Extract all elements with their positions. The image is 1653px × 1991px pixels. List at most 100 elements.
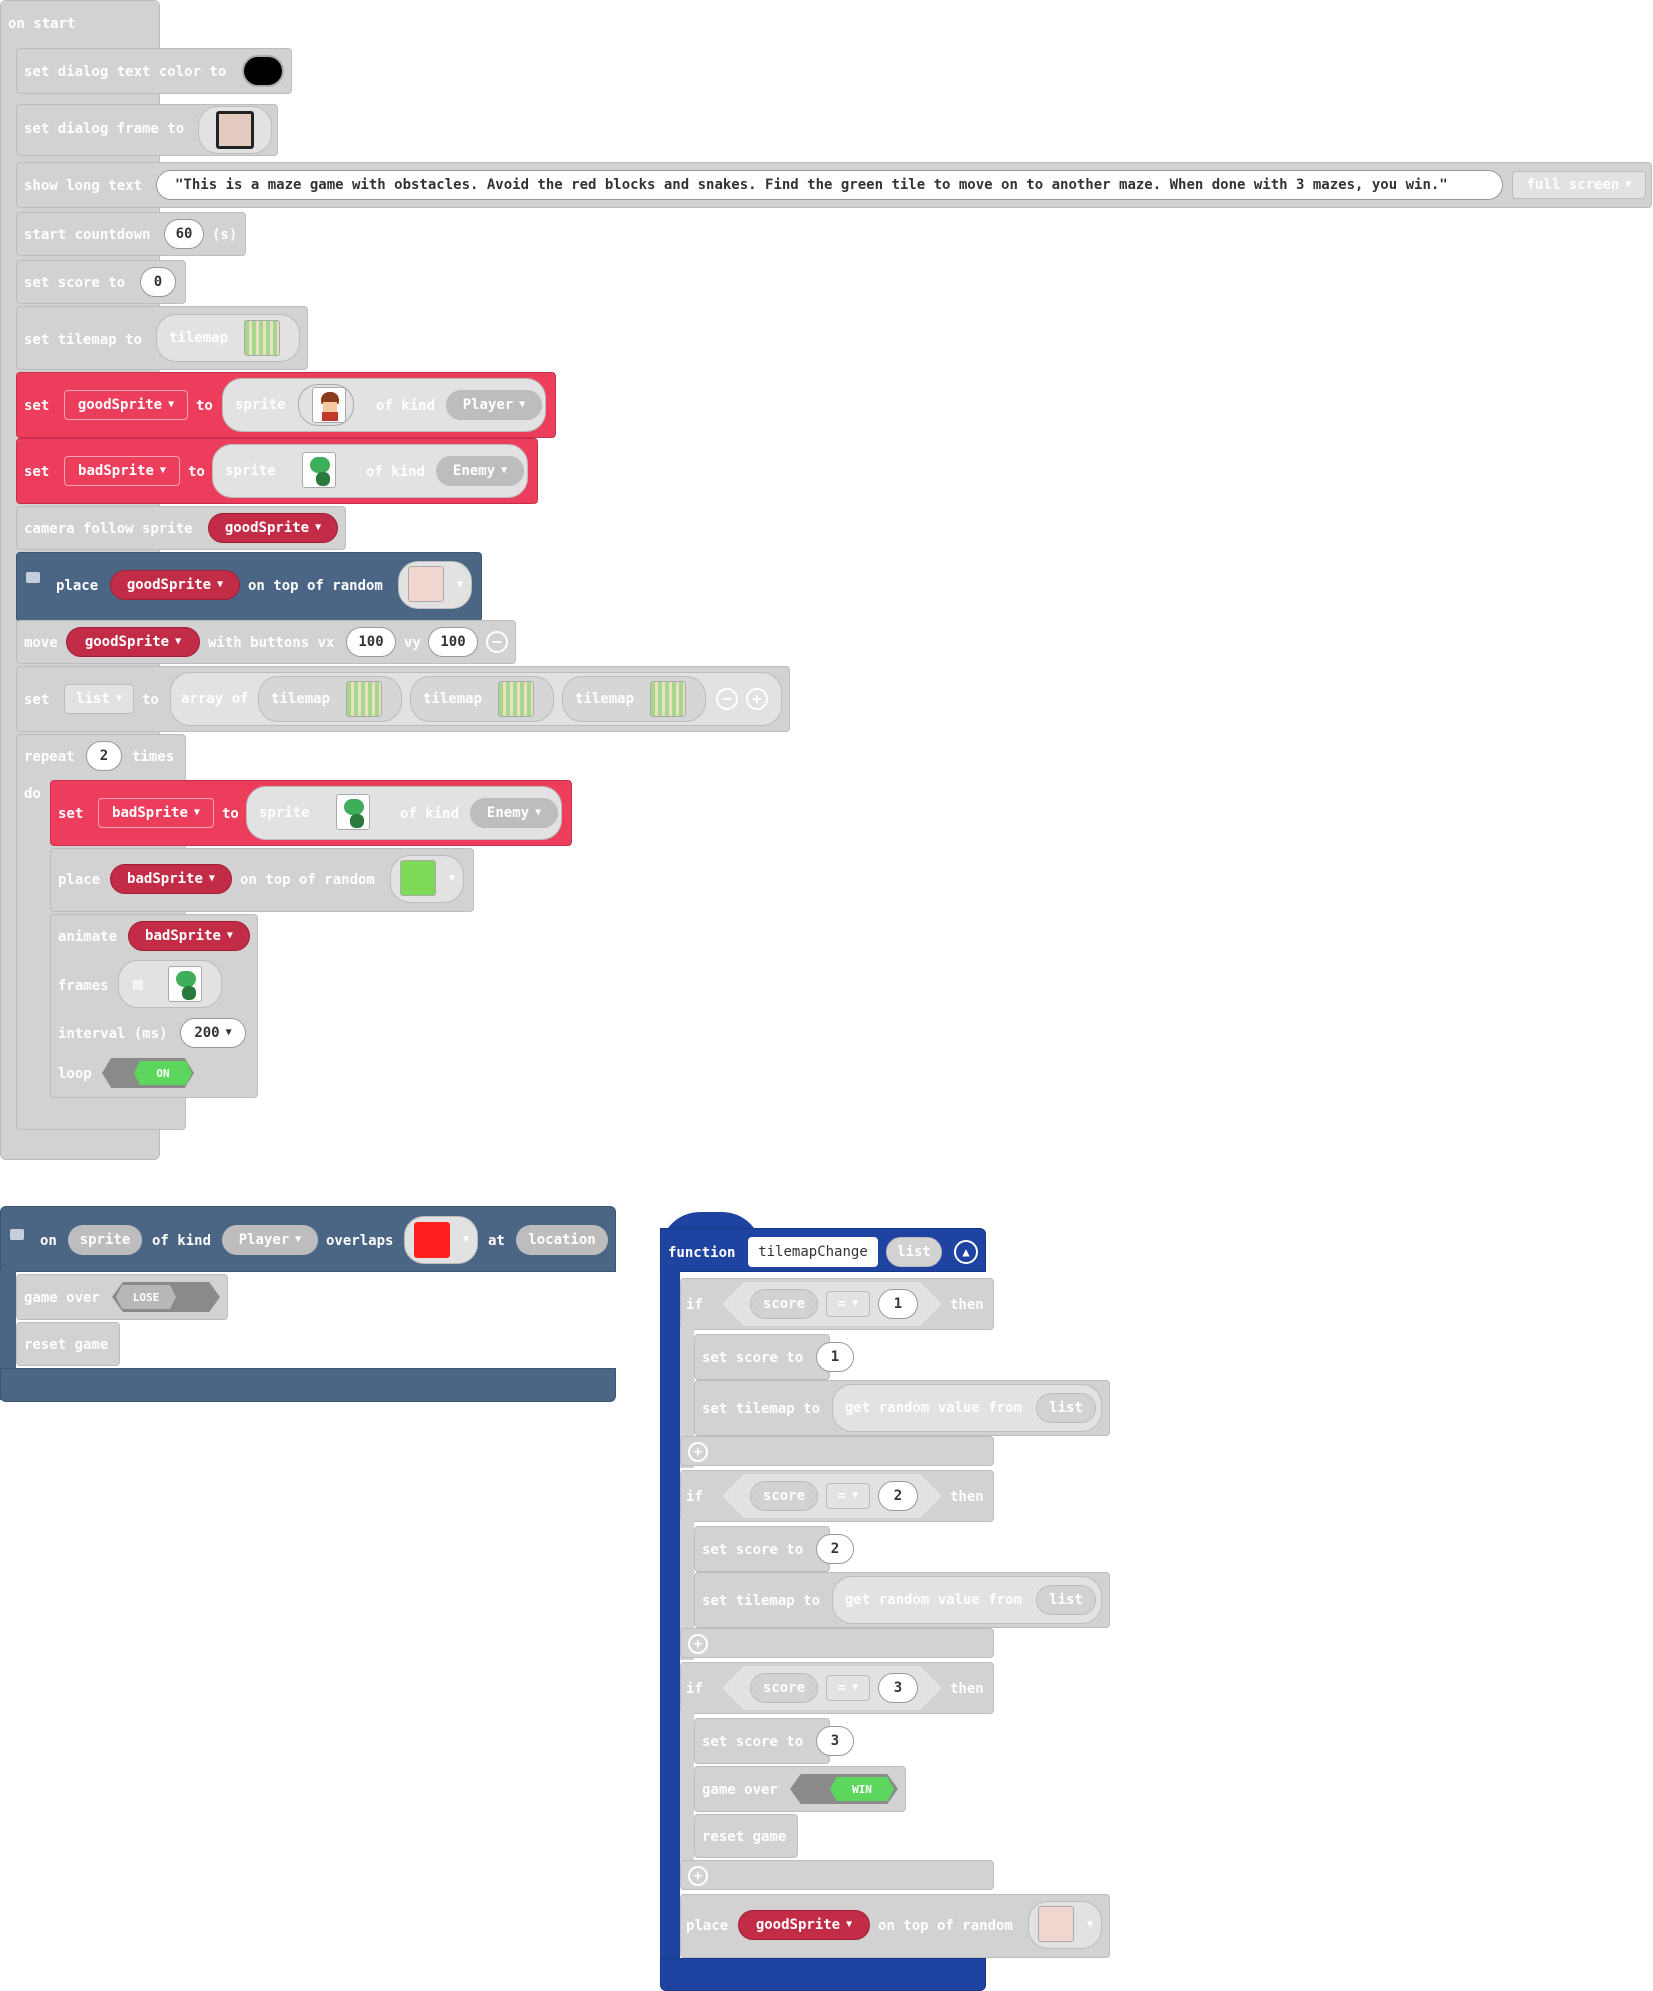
overlap-kind-label: Player xyxy=(238,1232,290,1248)
remove-param-icon[interactable]: − xyxy=(486,631,508,653)
place-good-var-dropdown[interactable]: goodSprite ▼ xyxy=(110,570,240,600)
function-footer xyxy=(660,1958,986,1991)
if-3-body-side xyxy=(680,1712,694,1862)
array-item-2-label: tilemap xyxy=(423,691,483,707)
if-2-score-var[interactable]: score xyxy=(750,1481,818,1511)
remove-item-icon[interactable]: − xyxy=(716,688,738,710)
if-3-then-label: then xyxy=(950,1681,984,1697)
if-1-set-tilemap-label: set tilemap to xyxy=(702,1401,821,1417)
overlap-kind-dropdown[interactable]: Player ▼ xyxy=(222,1225,318,1255)
comment-icon[interactable] xyxy=(26,572,40,583)
black-color-swatch[interactable] xyxy=(242,55,284,87)
inner-place-label: place xyxy=(58,872,101,888)
bad-sprite-var-label: badSprite xyxy=(78,463,154,479)
good-sprite-word: sprite xyxy=(235,397,286,413)
score-input[interactable]: 0 xyxy=(140,267,176,297)
if-2-list-label: list xyxy=(1049,1592,1083,1608)
if-1-value[interactable]: 1 xyxy=(878,1289,918,1319)
long-text-value: "This is a maze game with obstacles. Avo… xyxy=(175,177,1448,193)
function-name-input[interactable]: tilemapChange xyxy=(748,1237,878,1267)
if-1-score-var[interactable]: score xyxy=(750,1289,818,1319)
full-screen-dropdown[interactable]: full screen ▼ xyxy=(1512,171,1646,199)
func-place-var-dropdown[interactable]: goodSprite ▼ xyxy=(738,1910,870,1940)
if-1-add-icon[interactable]: + xyxy=(688,1442,708,1462)
move-label: move xyxy=(24,635,58,651)
inner-kind-dropdown[interactable]: Enemy ▼ xyxy=(470,798,558,828)
chevron-down-icon: ▼ xyxy=(193,807,200,818)
if-2-score-input[interactable]: 2 xyxy=(816,1534,854,1564)
if-1-op: = xyxy=(837,1296,847,1312)
bad-sprite-var-dropdown[interactable]: badSprite ▼ xyxy=(64,456,180,486)
if-3-score-label: score xyxy=(762,1680,806,1696)
chevron-down-icon: ▼ xyxy=(175,636,182,647)
chevron-down-icon: ▼ xyxy=(208,873,215,884)
overlap-sprite-label: sprite xyxy=(79,1232,131,1248)
kind-player-label: Player xyxy=(462,397,514,413)
animate-sprite-dropdown[interactable]: badSprite ▼ xyxy=(128,921,250,951)
if-1-score-input[interactable]: 1 xyxy=(816,1342,854,1372)
chevron-down-icon: ▼ xyxy=(159,465,166,476)
if-1-get-label: get random value from xyxy=(845,1400,1023,1416)
if-2-op-dropdown[interactable]: = ▼ xyxy=(826,1483,870,1509)
overlap-footer xyxy=(0,1368,616,1402)
func-floor-tile-image xyxy=(1038,1906,1074,1942)
comment-icon[interactable] xyxy=(10,1229,24,1240)
overlap-of-kind-label: of kind xyxy=(152,1233,212,1249)
camera-sprite-label: goodSprite xyxy=(224,520,310,536)
move-sprite-dropdown[interactable]: goodSprite ▼ xyxy=(66,627,200,657)
if-1-op-dropdown[interactable]: = ▼ xyxy=(826,1291,870,1317)
maze-1-image xyxy=(346,681,382,717)
kind-enemy-dropdown[interactable]: Enemy ▼ xyxy=(436,456,524,486)
chevron-down-icon: ▼ xyxy=(226,930,233,941)
chevron-down-icon: ▼ xyxy=(217,579,224,590)
if-3-label: if xyxy=(686,1681,703,1697)
maze-2-image xyxy=(498,681,534,717)
list-var-dropdown[interactable]: list ▼ xyxy=(64,684,134,714)
countdown-input[interactable]: 60 xyxy=(164,219,204,249)
repeat-count-input[interactable]: 2 xyxy=(86,741,122,771)
vy-input[interactable]: 100 xyxy=(428,627,478,657)
set-score-label: set score to xyxy=(24,275,126,291)
overlap-sprite-param[interactable]: sprite xyxy=(68,1225,142,1255)
if-3-add-icon[interactable]: + xyxy=(688,1866,708,1886)
game-over-label: game over xyxy=(24,1290,100,1306)
if-3-op-dropdown[interactable]: = ▼ xyxy=(826,1675,870,1701)
inner-place-var-dropdown[interactable]: badSprite ▼ xyxy=(110,864,232,894)
if-2-add-icon[interactable]: + xyxy=(688,1634,708,1654)
if-2-value[interactable]: 2 xyxy=(878,1481,918,1511)
bad-sprite-word: sprite xyxy=(225,463,276,479)
if-1-set-score-label: set score to xyxy=(702,1350,804,1366)
function-param[interactable]: list xyxy=(886,1237,942,1267)
vx-input[interactable]: 100 xyxy=(346,627,396,657)
array-of-label: array of xyxy=(181,691,249,707)
if-2-list-param[interactable]: list xyxy=(1036,1585,1096,1615)
if-1-footer xyxy=(680,1436,994,1466)
kind-player-dropdown[interactable]: Player ▼ xyxy=(446,390,542,420)
if-2-score-label: score xyxy=(762,1488,806,1504)
if-1-list-param[interactable]: list xyxy=(1036,1393,1096,1423)
set-good-to-label: to xyxy=(196,398,213,414)
good-sprite-var-dropdown[interactable]: goodSprite ▼ xyxy=(64,390,188,420)
overlap-at-label: at xyxy=(488,1233,505,1249)
if-3-score-input[interactable]: 3 xyxy=(816,1726,854,1756)
long-text-input[interactable]: "This is a maze game with obstacles. Avo… xyxy=(156,170,1503,200)
if-3-value[interactable]: 3 xyxy=(878,1673,918,1703)
collapse-params-icon[interactable]: ▲ xyxy=(954,1240,978,1264)
snake-sprite-icon xyxy=(336,794,370,830)
interval-dropdown[interactable]: 200 ▼ xyxy=(180,1018,246,1048)
if-3-score-var[interactable]: score xyxy=(750,1673,818,1703)
if-2-footer xyxy=(680,1628,994,1658)
if-2-label: if xyxy=(686,1489,703,1505)
interval-label: interval (ms) xyxy=(58,1026,168,1042)
overlap-location-param[interactable]: location xyxy=(516,1225,608,1255)
camera-sprite-dropdown[interactable]: goodSprite ▼ xyxy=(208,513,338,543)
add-item-icon[interactable]: + xyxy=(746,688,768,710)
set-bad-set-label: set xyxy=(24,464,50,480)
floor-tile-image xyxy=(408,566,444,602)
inner-bad-var-dropdown[interactable]: badSprite ▼ xyxy=(98,798,214,828)
win-toggle-value: WIN xyxy=(830,1777,894,1801)
overlaps-label: overlaps xyxy=(326,1233,394,1249)
place-good-mid-label: on top of random xyxy=(248,578,383,594)
camera-follow-label: camera follow sprite xyxy=(24,521,193,537)
move-sprite-label: goodSprite xyxy=(84,634,170,650)
